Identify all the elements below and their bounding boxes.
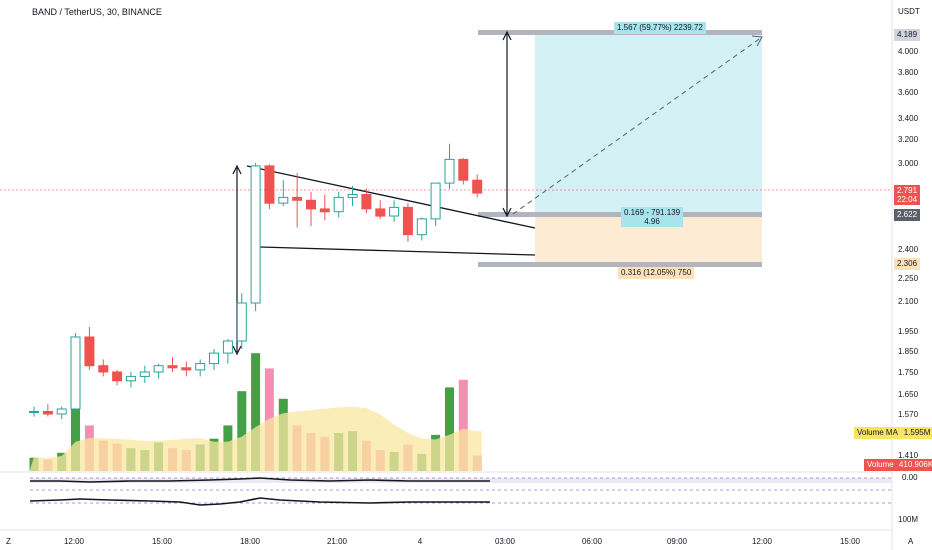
- price-tick: 1.650: [898, 390, 919, 399]
- osc-line-2: [29, 497, 490, 506]
- candle: [125, 372, 136, 388]
- candle: [181, 361, 192, 377]
- candle: [139, 365, 150, 383]
- time-ticks: 12:00 15:00 18:00 21:00 4 03:00 06:00 09:00 12:0…: [64, 537, 861, 546]
- candle: [42, 404, 53, 417]
- entry-label[interactable]: 0.169 - 791.139 4.96: [621, 207, 684, 227]
- entry-label-line2: 4.96: [644, 217, 660, 226]
- candle: [112, 369, 123, 386]
- candle: [306, 191, 316, 227]
- price-tick: 1.750: [898, 368, 919, 377]
- volume-value: 410.906K: [898, 460, 932, 469]
- last-price-value: 2.791: [897, 186, 918, 195]
- stop-price-badge: 2.306: [894, 258, 921, 270]
- price-tick: 3.600: [898, 88, 919, 97]
- volume-name: Volume: [867, 460, 894, 469]
- candle: [209, 349, 219, 370]
- time-tick: 21:00: [327, 537, 348, 546]
- time-tick: 09:00: [667, 537, 688, 546]
- target-price-badge: 4.189: [894, 29, 921, 41]
- timezone-icon[interactable]: Z: [6, 537, 11, 546]
- candle: [70, 333, 81, 412]
- candle-countdown: 22:04: [897, 195, 918, 204]
- osc-tick-0: 0.00: [902, 473, 918, 482]
- price-tick: 1.850: [898, 347, 919, 356]
- time-tick: 15:00: [152, 537, 173, 546]
- time-tick: 12:00: [64, 537, 85, 546]
- entry-price-badge: 2.622: [894, 209, 921, 221]
- price-ticks: 4.000 3.800 3.600 3.400 3.200 3.000 2.400 2.250…: [898, 47, 919, 460]
- candle: [389, 200, 400, 222]
- time-tick: 4: [418, 537, 423, 546]
- target-label[interactable]: 1.567 (59.77%) 2239.72: [614, 22, 706, 34]
- candle: [56, 406, 67, 420]
- candle: [222, 339, 233, 364]
- time-tick: 03:00: [495, 537, 516, 546]
- candle: [444, 143, 455, 189]
- candle: [250, 163, 261, 311]
- candle: [84, 327, 95, 370]
- price-tick: 3.000: [898, 159, 919, 168]
- price-tick: 1.950: [898, 327, 919, 336]
- candle: [153, 363, 164, 379]
- auto-scale-icon[interactable]: A: [908, 537, 914, 546]
- candle: [430, 182, 441, 227]
- candle: [98, 359, 109, 377]
- candle: [292, 173, 303, 228]
- candle: [416, 217, 427, 241]
- chart-canvas[interactable]: 4.000 3.800 3.600 3.400 3.200 3.000 2.400 2.250…: [0, 0, 932, 550]
- volume-ma-value: 1.595M: [903, 428, 931, 437]
- candle: [375, 200, 386, 219]
- price-tick: 3.200: [898, 135, 919, 144]
- wedge-upper-trendline[interactable]: [246, 165, 536, 229]
- volume-badge: Volume 410.906K: [864, 459, 932, 471]
- volume-ma-name: Volume MA: [857, 428, 898, 437]
- price-tick: 3.800: [898, 68, 919, 77]
- price-tick: 2.400: [898, 245, 919, 254]
- candle: [333, 191, 344, 218]
- candle: [195, 359, 206, 377]
- price-tick: 1.570: [898, 410, 919, 419]
- volume-ma-badge: Volume MA 1.595M: [854, 427, 932, 439]
- price-tick: 2.250: [898, 274, 919, 283]
- candle: [458, 158, 469, 185]
- stop-label[interactable]: 0.316 (12.05%) 750: [618, 267, 695, 279]
- price-tick: 3.400: [898, 114, 919, 123]
- time-tick: 15:00: [840, 537, 861, 546]
- candle: [402, 203, 413, 242]
- candle: [472, 174, 483, 198]
- candle: [236, 293, 247, 349]
- entry-cap[interactable]: [478, 212, 762, 217]
- entry-label-line1: 0.169 - 791.139: [624, 208, 681, 217]
- candle: [29, 406, 39, 417]
- last-price-badge: 2.791 22:04: [894, 185, 921, 205]
- wedge-lower-trendline[interactable]: [259, 246, 536, 256]
- time-tick: 12:00: [752, 537, 773, 546]
- candle: [278, 180, 289, 206]
- time-tick: 18:00: [240, 537, 261, 546]
- time-tick: 06:00: [582, 537, 603, 546]
- price-tick: 2.100: [898, 297, 919, 306]
- price-tick: 4.000: [898, 47, 919, 56]
- candle: [167, 357, 178, 372]
- osc-tick-100m: 100M: [898, 515, 918, 524]
- candle: [319, 194, 330, 221]
- candle: [264, 164, 275, 209]
